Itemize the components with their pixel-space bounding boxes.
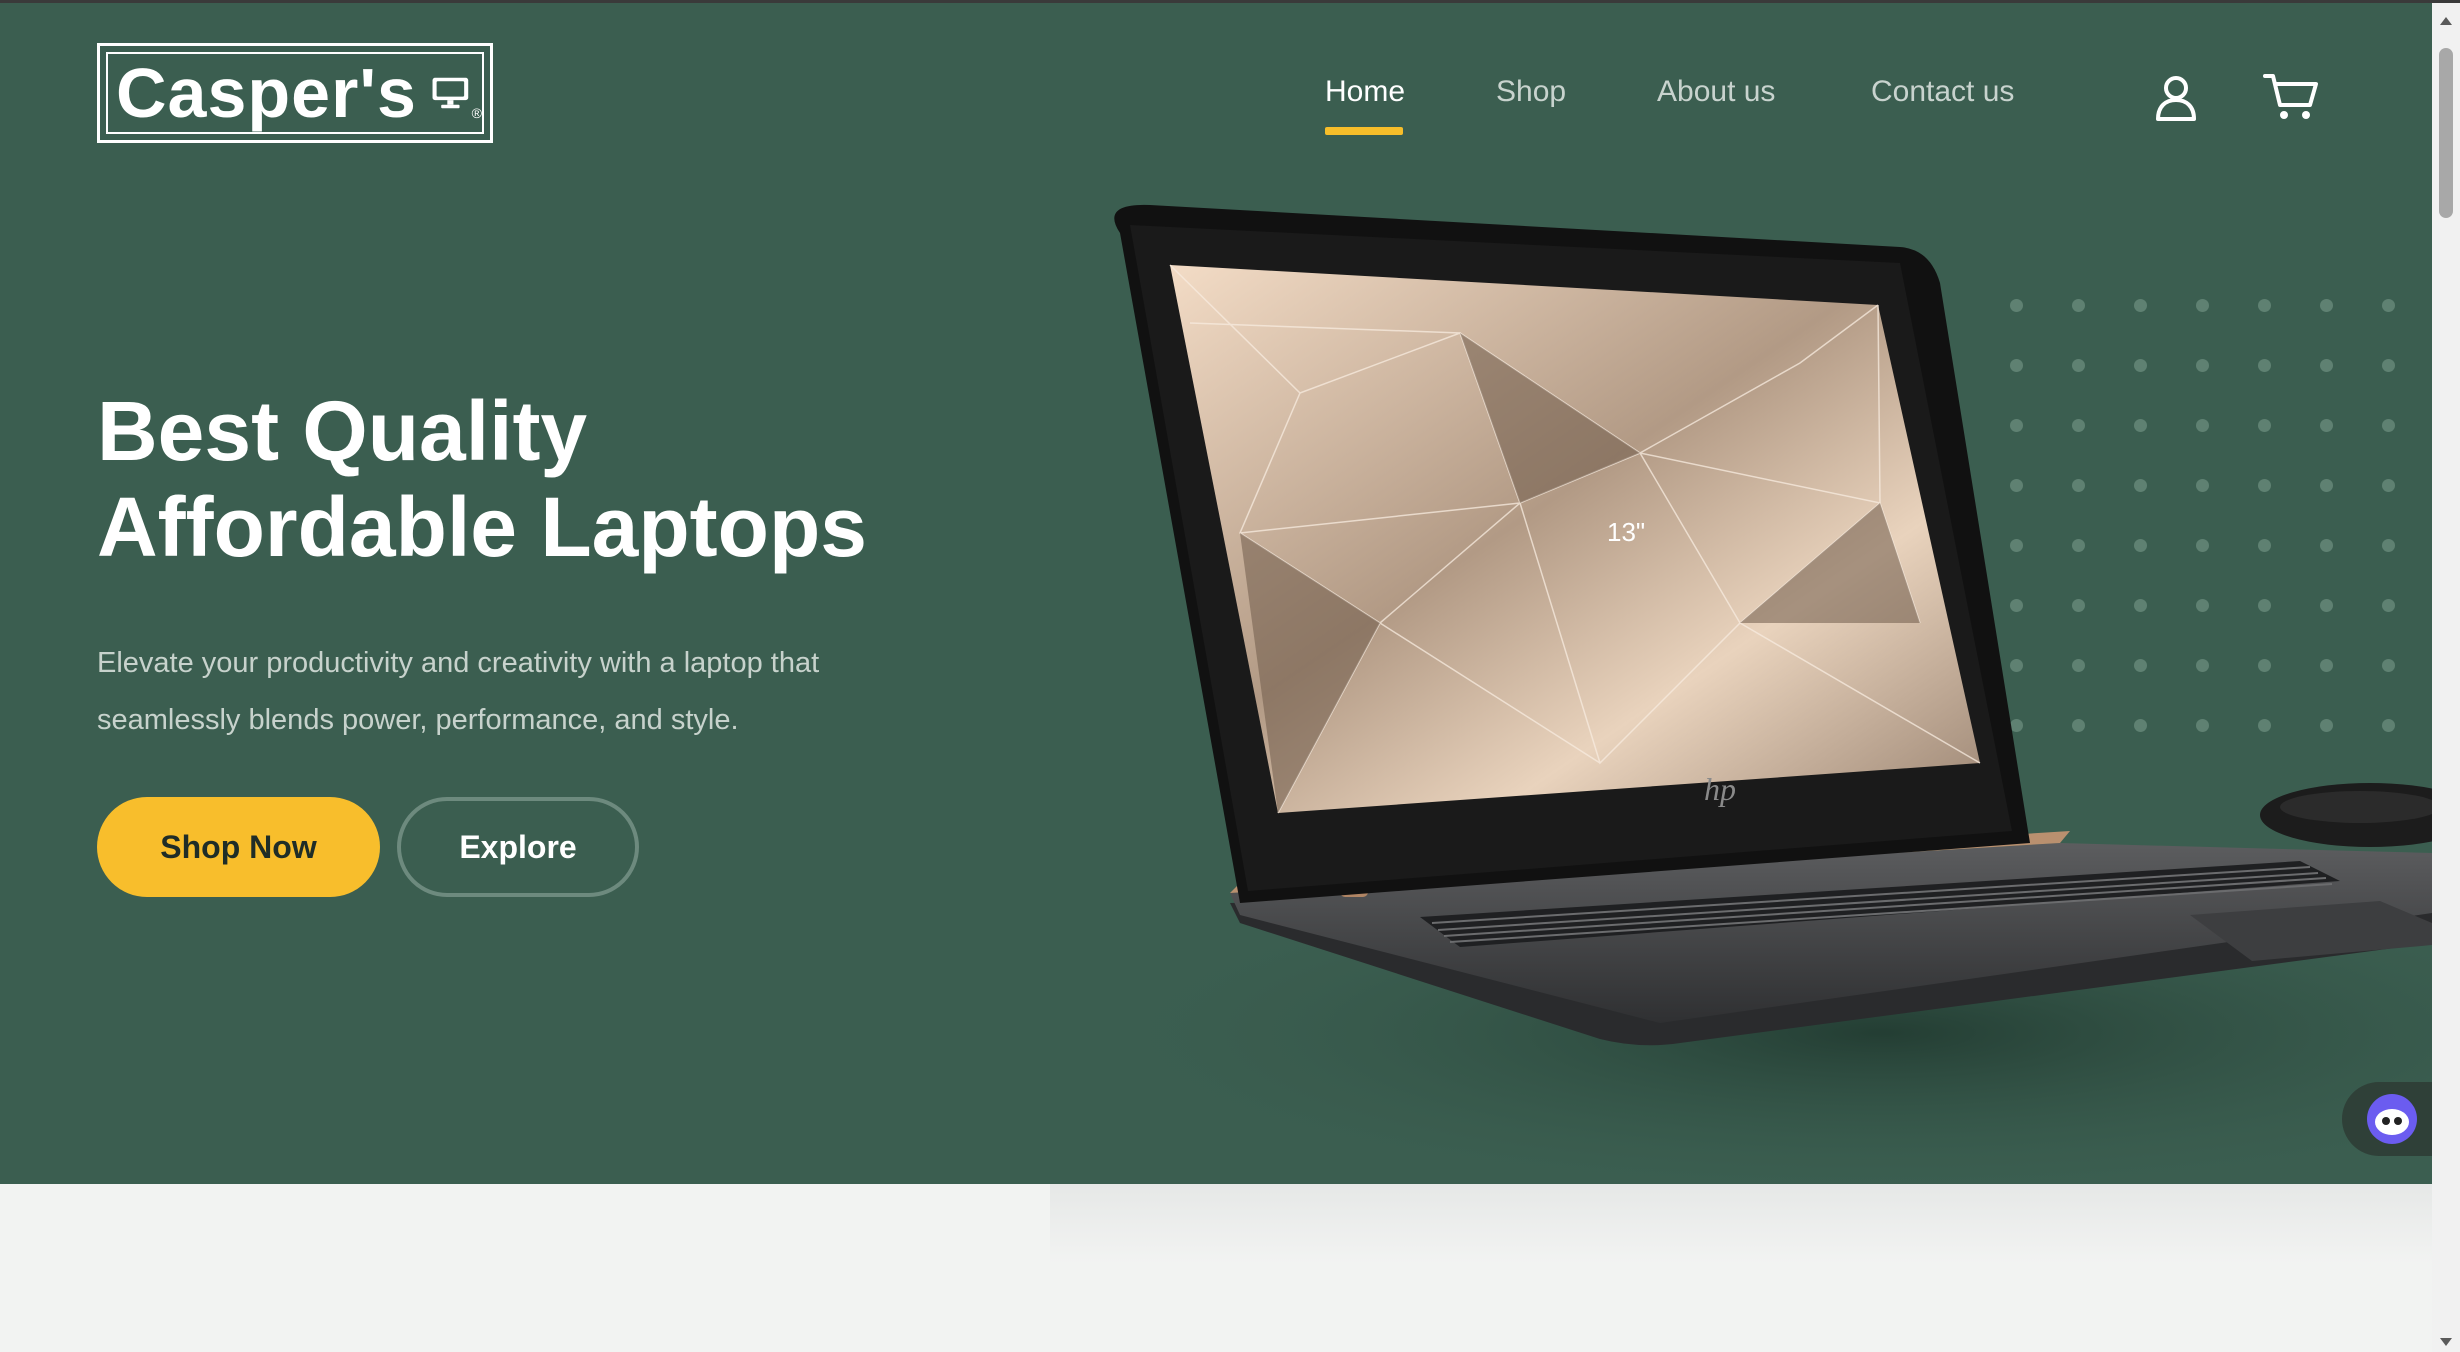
screen-size-label: 13" [1607, 517, 1645, 547]
svg-text:hp: hp [1704, 771, 1736, 807]
chat-widget[interactable] [2342, 1082, 2432, 1156]
registered-mark: ® [471, 105, 482, 121]
chatbot-face-graphic [2375, 1109, 2409, 1135]
user-icon[interactable] [2150, 71, 2202, 123]
scroll-down-arrow[interactable] [2440, 1338, 2452, 1346]
hero-section: Casper's ® Home Shop About us Contact us [0, 3, 2432, 1184]
shop-now-button[interactable]: Shop Now [97, 797, 380, 897]
chatbot-icon [2367, 1094, 2417, 1144]
explore-button[interactable]: Explore [397, 797, 639, 897]
brand-name: Casper's [116, 54, 417, 132]
hero-subtext: Elevate your productivity and creativity… [97, 635, 917, 749]
nav-home-label: Home [1325, 75, 1406, 108]
nav-about-us[interactable]: About us [1657, 75, 1775, 109]
brand-logo[interactable]: Casper's ® [97, 43, 493, 143]
nav-contact-us[interactable]: Contact us [1871, 75, 2014, 109]
nav-shop[interactable]: Shop [1496, 75, 1566, 109]
nav-home[interactable]: Home [1325, 75, 1406, 135]
cart-icon[interactable] [2262, 71, 2320, 123]
subtext-line-1: Elevate your productivity and creativity… [97, 647, 820, 679]
laptop-image: 13" hp [1040, 204, 2432, 1184]
headline-line-1: Best Quality [97, 384, 588, 478]
laptop-shadow-overflow [1050, 1184, 2432, 1264]
page-scrollbar[interactable] [2432, 3, 2460, 1352]
hero-headline: Best Quality Affordable Laptops [97, 383, 997, 575]
headline-line-2: Affordable Laptops [97, 480, 867, 574]
scroll-up-arrow[interactable] [2440, 17, 2452, 25]
subtext-line-2: seamlessly blends power, performance, an… [97, 704, 739, 736]
active-nav-indicator [1325, 127, 1403, 135]
scroll-thumb[interactable] [2439, 48, 2453, 218]
logo-inner-frame: Casper's ® [106, 52, 484, 134]
monitor-icon [432, 77, 469, 109]
